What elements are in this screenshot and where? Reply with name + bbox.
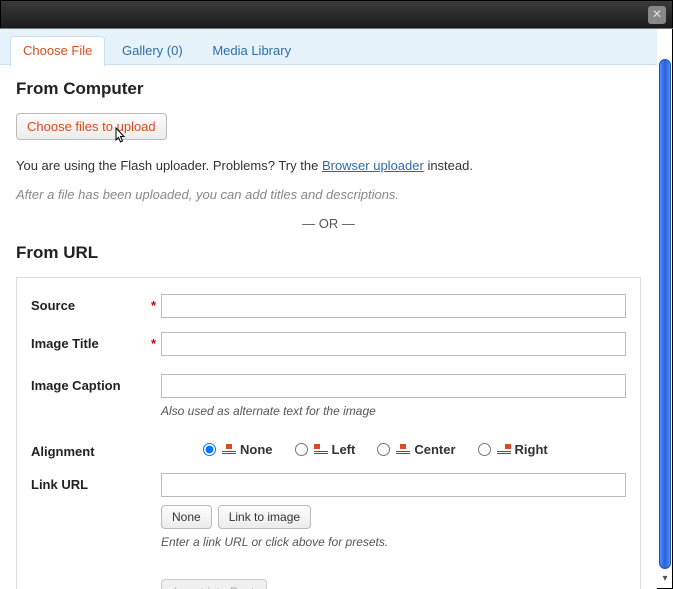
link-url-input[interactable] <box>161 473 626 497</box>
from-url-form: Source * Image Title * I <box>16 277 641 589</box>
dialog-body: Choose File Gallery (0) Media Library Fr… <box>0 28 673 589</box>
flash-uploader-hint: You are using the Flash uploader. Proble… <box>16 158 641 173</box>
link-none-button[interactable]: None <box>161 505 212 529</box>
image-caption-input[interactable] <box>161 374 626 398</box>
tab-choose-file[interactable]: Choose File <box>10 36 105 67</box>
tab-bar: Choose File Gallery (0) Media Library <box>0 29 657 65</box>
image-title-input[interactable] <box>161 332 626 356</box>
or-separator: — OR — <box>16 216 641 231</box>
image-title-label: Image Title <box>31 332 151 351</box>
align-left-option[interactable]: Left <box>295 442 356 457</box>
required-mark: * <box>151 332 161 351</box>
align-right-text: Right <box>515 442 548 457</box>
insert-into-post-button: Insert into Post <box>161 579 267 589</box>
tab-gallery[interactable]: Gallery (0) <box>109 36 196 66</box>
tab-media-library[interactable]: Media Library <box>199 36 304 66</box>
browser-uploader-link[interactable]: Browser uploader <box>322 158 424 173</box>
link-to-image-button[interactable]: Link to image <box>218 505 311 529</box>
close-icon[interactable]: ✕ <box>648 6 666 24</box>
align-none-text: None <box>240 442 273 457</box>
from-computer-heading: From Computer <box>16 79 641 99</box>
align-left-radio[interactable] <box>295 443 308 456</box>
after-upload-hint: After a file has been uploaded, you can … <box>16 187 641 202</box>
align-right-option[interactable]: Right <box>478 442 548 457</box>
caption-help: Also used as alternate text for the imag… <box>161 404 626 418</box>
align-left-icon <box>314 444 328 455</box>
from-url-heading: From URL <box>16 243 641 263</box>
flash-hint-suffix: instead. <box>424 158 473 173</box>
align-none-option[interactable]: None <box>203 442 273 457</box>
flash-hint-prefix: You are using the Flash uploader. Proble… <box>16 158 322 173</box>
align-center-option[interactable]: Center <box>377 442 455 457</box>
align-none-icon <box>222 444 236 455</box>
link-url-help: Enter a link URL or click above for pres… <box>161 535 626 549</box>
align-none-radio[interactable] <box>203 443 216 456</box>
source-label: Source <box>31 294 151 313</box>
scroll-down-icon[interactable]: ▾ <box>660 573 670 583</box>
align-right-radio[interactable] <box>478 443 491 456</box>
align-center-radio[interactable] <box>377 443 390 456</box>
alignment-label: Alignment <box>31 440 151 459</box>
align-right-icon <box>497 444 511 455</box>
align-left-text: Left <box>332 442 356 457</box>
choose-files-button[interactable]: Choose files to upload <box>16 113 167 140</box>
dialog-titlebar: ✕ <box>1 1 672 29</box>
source-input[interactable] <box>161 294 626 318</box>
image-caption-label: Image Caption <box>31 374 151 393</box>
link-url-label: Link URL <box>31 473 151 492</box>
align-center-text: Center <box>414 442 455 457</box>
required-mark: * <box>151 294 161 313</box>
scrollbar-thumb[interactable] <box>659 59 671 569</box>
align-center-icon <box>396 444 410 455</box>
